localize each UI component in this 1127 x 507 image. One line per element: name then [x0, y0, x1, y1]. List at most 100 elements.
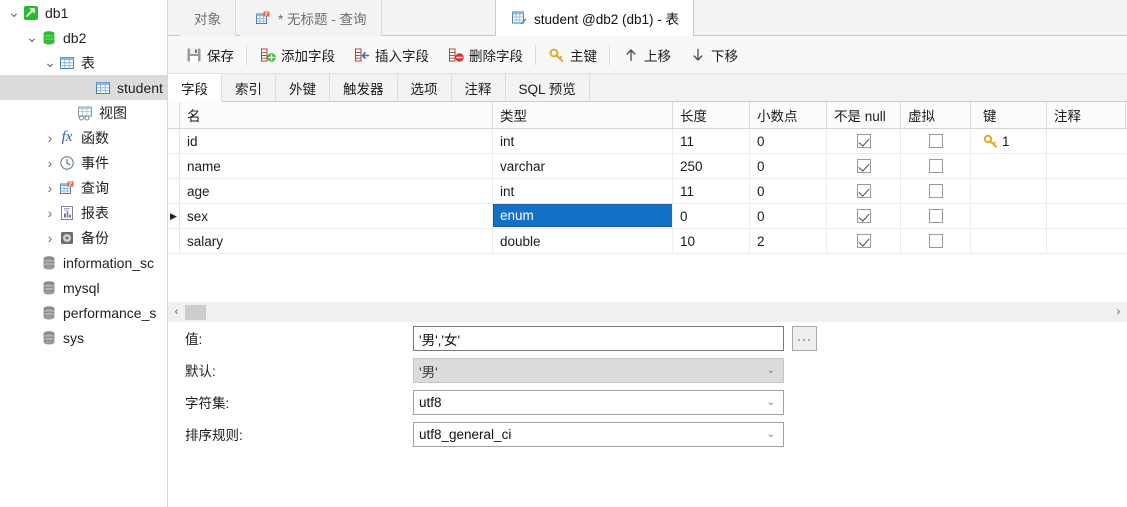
enum-values-input[interactable]: '男','女': [413, 326, 784, 351]
virtual-checkbox[interactable]: [928, 159, 943, 173]
chevron-down-icon[interactable]: ⌄: [6, 0, 22, 25]
chevron-down-icon[interactable]: ⌄: [767, 359, 775, 382]
grid-column-header[interactable]: 小数点: [750, 102, 827, 128]
designer-toolbar[interactable]: 保存 添加字段 插入字段 删除字段 主键 上移 下移: [168, 36, 1127, 74]
cell-field-length[interactable]: 0: [673, 204, 750, 228]
fields-grid[interactable]: 名类型 长度 小数点 不是 null 虚拟键注释 id int 11 0 1 name varchar…: [168, 102, 1127, 262]
toolbar-button-delete-field[interactable]: 删除字段: [438, 41, 532, 69]
tree-item-备份[interactable]: › 备份: [0, 225, 167, 250]
scroll-left-arrow-icon[interactable]: ‹: [168, 302, 185, 322]
enum-values-ellipsis-button[interactable]: ···: [792, 326, 817, 351]
cell-field-name[interactable]: age: [180, 179, 493, 203]
tree-item-information_sc[interactable]: information_sc: [0, 250, 167, 275]
tree-item-函数[interactable]: › fx 函数: [0, 125, 167, 150]
virtual-checkbox[interactable]: [928, 234, 943, 248]
editor-tab-0[interactable]: 对象: [180, 0, 236, 36]
grid-row[interactable]: id int 11 0 1: [168, 129, 1127, 154]
cell-not-null[interactable]: [827, 154, 901, 178]
cell-field-decimals[interactable]: 0: [750, 129, 827, 153]
tree-item-查询[interactable]: › 查询: [0, 175, 167, 200]
cell-virtual[interactable]: [901, 204, 971, 228]
editor-tabstrip[interactable]: 对象 * 无标题 - 查询 student @db2 (db1) - 表: [168, 0, 1127, 37]
cell-key[interactable]: 1: [971, 129, 1047, 153]
cell-not-null[interactable]: [827, 129, 901, 153]
tree-item-报表[interactable]: › 报表: [0, 200, 167, 225]
grid-row[interactable]: salary double 10 2: [168, 229, 1127, 254]
tree-item-student[interactable]: student: [0, 75, 167, 100]
cell-field-decimals[interactable]: 0: [750, 179, 827, 203]
cell-field-decimals[interactable]: 0: [750, 204, 827, 228]
cell-field-type[interactable]: int: [493, 179, 673, 203]
chevron-right-icon[interactable]: ›: [42, 200, 58, 225]
chevron-down-icon[interactable]: ⌄: [24, 25, 40, 50]
grid-row[interactable]: name varchar 250 0: [168, 154, 1127, 179]
cell-virtual[interactable]: [901, 154, 971, 178]
not-null-checkbox[interactable]: [856, 234, 871, 248]
cell-virtual[interactable]: [901, 129, 971, 153]
grid-column-header[interactable]: 名: [180, 102, 493, 128]
subtab-4[interactable]: 选项: [398, 74, 452, 101]
not-null-checkbox[interactable]: [856, 184, 871, 198]
cell-field-type[interactable]: varchar: [493, 154, 673, 178]
cell-not-null[interactable]: [827, 204, 901, 228]
selected-type-cell[interactable]: enum: [493, 204, 672, 227]
cell-field-name[interactable]: sex: [180, 204, 493, 228]
tree-item-mysql[interactable]: mysql: [0, 275, 167, 300]
toolbar-button-add-field[interactable]: 添加字段: [250, 41, 344, 69]
grid-column-header[interactable]: 注释: [1047, 102, 1126, 128]
cell-field-decimals[interactable]: 2: [750, 229, 827, 253]
chevron-down-icon[interactable]: ⌄: [767, 391, 775, 414]
cell-comment[interactable]: [1047, 129, 1126, 153]
editor-tab-1[interactable]: * 无标题 - 查询: [240, 0, 382, 36]
grid-column-header[interactable]: 键: [971, 102, 1047, 128]
tree-item-performance_s[interactable]: performance_s: [0, 300, 167, 325]
cell-comment[interactable]: [1047, 179, 1126, 203]
cell-comment[interactable]: [1047, 204, 1126, 228]
cell-field-length[interactable]: 11: [673, 179, 750, 203]
grid-column-header[interactable]: 不是 null: [827, 102, 901, 128]
chevron-down-icon[interactable]: ⌄: [42, 50, 58, 75]
grid-row[interactable]: age int 11 0: [168, 179, 1127, 204]
chevron-right-icon[interactable]: ›: [42, 150, 58, 175]
tree-item-sys[interactable]: sys: [0, 325, 167, 350]
scroll-right-arrow-icon[interactable]: ›: [1110, 302, 1127, 322]
subtab-5[interactable]: 注释: [452, 74, 506, 101]
grid-column-header[interactable]: 类型: [493, 102, 673, 128]
editor-tab-2[interactable]: student @db2 (db1) - 表: [495, 0, 695, 37]
cell-key[interactable]: [971, 204, 1047, 228]
cell-not-null[interactable]: [827, 229, 901, 253]
chevron-right-icon[interactable]: ›: [42, 225, 58, 250]
subtab-0[interactable]: 字段: [168, 74, 222, 102]
tree-item-视图[interactable]: 视图: [0, 100, 167, 125]
cell-key[interactable]: [971, 154, 1047, 178]
toolbar-button-insert-field[interactable]: 插入字段: [344, 41, 438, 69]
cell-field-name[interactable]: salary: [180, 229, 493, 253]
form-combo-3[interactable]: utf8_general_ci ⌄: [413, 422, 784, 447]
cell-virtual[interactable]: [901, 179, 971, 203]
tree-item-表[interactable]: ⌄ 表: [0, 50, 167, 75]
tree-item-事件[interactable]: › 事件: [0, 150, 167, 175]
cell-field-length[interactable]: 11: [673, 129, 750, 153]
grid-column-header[interactable]: 长度: [673, 102, 750, 128]
chevron-right-icon[interactable]: ›: [42, 125, 58, 150]
not-null-checkbox[interactable]: [856, 209, 871, 223]
cell-field-name[interactable]: name: [180, 154, 493, 178]
cell-field-decimals[interactable]: 0: [750, 154, 827, 178]
cell-field-type[interactable]: enum: [493, 204, 673, 228]
cell-key[interactable]: [971, 229, 1047, 253]
toolbar-button-arrow-up[interactable]: 上移: [613, 41, 680, 69]
grid-row[interactable]: ▶ sex enum 0 0: [168, 204, 1127, 229]
cell-field-length[interactable]: 10: [673, 229, 750, 253]
grid-column-header[interactable]: 虚拟: [901, 102, 971, 128]
cell-not-null[interactable]: [827, 179, 901, 203]
cell-key[interactable]: [971, 179, 1047, 203]
cell-comment[interactable]: [1047, 154, 1126, 178]
not-null-checkbox[interactable]: [856, 159, 871, 173]
virtual-checkbox[interactable]: [928, 209, 943, 223]
subtab-1[interactable]: 索引: [222, 74, 276, 101]
cell-virtual[interactable]: [901, 229, 971, 253]
toolbar-button-save[interactable]: 保存: [176, 41, 243, 69]
tree-item-db2[interactable]: ⌄ db2: [0, 25, 167, 50]
virtual-checkbox[interactable]: [928, 184, 943, 198]
cell-field-type[interactable]: double: [493, 229, 673, 253]
